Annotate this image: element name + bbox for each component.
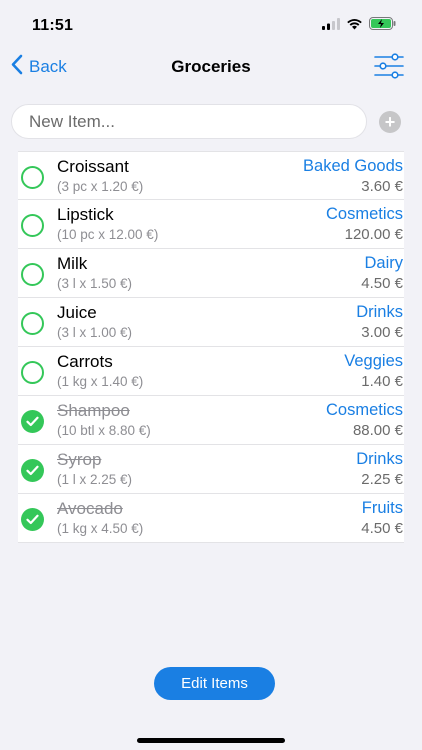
item-name: Milk	[57, 254, 88, 273]
item-detail: (10 btl x 8.80 €)	[57, 423, 151, 438]
item-name: Juice	[57, 303, 97, 322]
item-name: Shampoo	[57, 401, 130, 420]
item-list: Croissant (3 pc x 1.20 €) Baked Goods 3.60 …	[18, 151, 404, 543]
battery-charging-icon	[369, 17, 396, 35]
status-icons	[322, 17, 396, 35]
status-time: 11:51	[32, 17, 74, 34]
list-item[interactable]: Syrop (1 l x 2.25 €) Drinks 2.25 €	[18, 445, 404, 494]
item-detail: (1 l x 2.25 €)	[57, 472, 133, 487]
item-detail: (1 kg x 4.50 €)	[57, 521, 144, 536]
item-price: 4.50 €	[361, 275, 403, 292]
item-category[interactable]: Fruits	[362, 499, 403, 518]
checked-circle-icon[interactable]	[21, 459, 44, 482]
item-name: Avocado	[57, 499, 123, 518]
item-name: Lipstick	[57, 205, 114, 224]
list-item[interactable]: Croissant (3 pc x 1.20 €) Baked Goods 3.60 …	[18, 151, 404, 200]
list-item[interactable]: Avocado (1 kg x 4.50 €) Fruits 4.50 €	[18, 494, 404, 543]
item-category[interactable]: Veggies	[344, 352, 403, 371]
item-detail: (1 kg x 1.40 €)	[57, 374, 144, 389]
item-detail: (10 pc x 12.00 €)	[57, 227, 159, 242]
filter-button[interactable]	[374, 53, 404, 84]
item-price: 4.50 €	[361, 520, 403, 537]
item-price: 88.00 €	[352, 422, 403, 439]
unchecked-circle-icon[interactable]	[21, 166, 44, 189]
item-category[interactable]: Drinks	[356, 450, 403, 469]
item-category[interactable]: Baked Goods	[303, 157, 403, 176]
item-category[interactable]: Cosmetics	[326, 205, 403, 224]
item-category[interactable]: Drinks	[356, 303, 403, 322]
list-item[interactable]: Carrots (1 kg x 1.40 €) Veggies 1.40 €	[18, 347, 404, 396]
item-detail: (3 l x 1.50 €)	[57, 276, 133, 291]
status-bar: 11:51	[0, 0, 422, 44]
list-item[interactable]: Milk (3 l x 1.50 €) Dairy 4.50 €	[18, 249, 404, 298]
item-name: Syrop	[57, 450, 102, 469]
item-name: Carrots	[57, 352, 113, 371]
list-item[interactable]: Lipstick (10 pc x 12.00 €) Cosmetics 120.00…	[18, 200, 404, 249]
checked-circle-icon[interactable]	[21, 508, 44, 531]
plus-icon: +	[384, 112, 396, 132]
item-price: 120.00 €	[344, 226, 403, 243]
item-category[interactable]: Cosmetics	[326, 401, 403, 420]
new-item-row: +	[0, 104, 422, 140]
unchecked-circle-icon[interactable]	[21, 263, 44, 286]
item-price: 1.40 €	[361, 373, 403, 390]
item-detail: (3 pc x 1.20 €)	[57, 179, 144, 194]
list-item[interactable]: Juice (3 l x 1.00 €) Drinks 3.00 €	[18, 298, 404, 347]
navbar: Back Groceries	[0, 44, 422, 90]
new-item-input[interactable]	[11, 104, 367, 139]
item-category[interactable]: Dairy	[364, 254, 403, 273]
edit-items-button[interactable]: Edit Items	[154, 667, 275, 700]
unchecked-circle-icon[interactable]	[21, 312, 44, 335]
add-item-button[interactable]: +	[379, 111, 401, 133]
list-item[interactable]: Shampoo (10 btl x 8.80 €) Cosmetics 88.00 €	[18, 396, 404, 445]
unchecked-circle-icon[interactable]	[21, 361, 44, 384]
signal-icon	[322, 17, 340, 35]
item-price: 3.00 €	[361, 324, 403, 341]
item-name: Croissant	[57, 157, 129, 176]
home-indicator	[137, 738, 285, 743]
item-price: 3.60 €	[361, 178, 403, 195]
checked-circle-icon[interactable]	[21, 410, 44, 433]
page-title: Groceries	[171, 57, 251, 76]
item-detail: (3 l x 1.00 €)	[57, 325, 133, 340]
sliders-icon	[374, 53, 404, 83]
unchecked-circle-icon[interactable]	[21, 214, 44, 237]
item-price: 2.25 €	[361, 471, 403, 488]
wifi-icon	[346, 17, 363, 35]
